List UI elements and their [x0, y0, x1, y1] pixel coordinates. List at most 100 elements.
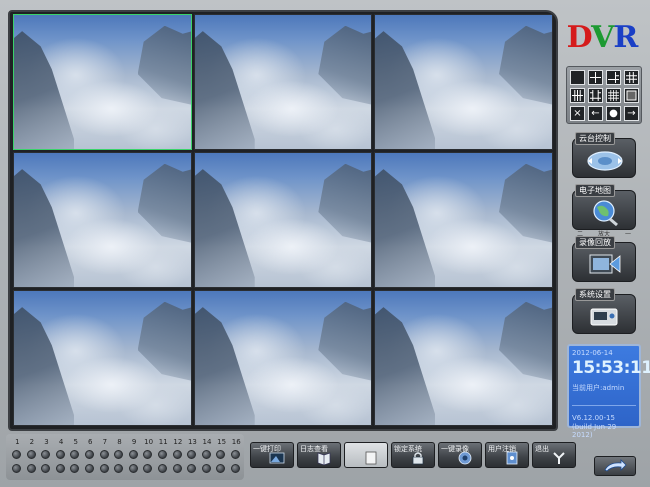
- channel-led-16-a[interactable]: [230, 450, 240, 459]
- log-button[interactable]: 日志查看: [297, 442, 341, 468]
- logo-letter-d: D: [566, 20, 592, 55]
- channel-led-8-b[interactable]: [114, 464, 124, 473]
- channel-led-7-a[interactable]: [99, 450, 109, 459]
- channel-led-9-a[interactable]: [128, 450, 138, 459]
- exit-button[interactable]: 退出: [532, 442, 576, 468]
- video-tile-2[interactable]: [193, 14, 373, 150]
- record-button[interactable]: 一键录像: [438, 442, 482, 468]
- channel-led-4-a[interactable]: [55, 450, 65, 459]
- playback-label: 录像回放: [575, 236, 615, 249]
- return-button[interactable]: [594, 456, 636, 476]
- settings-button[interactable]: 系统设置: [572, 288, 636, 334]
- video-tile-1[interactable]: [13, 14, 192, 150]
- channel-led-row-top: [12, 450, 246, 459]
- info-divider: [572, 405, 636, 406]
- video-tile-8[interactable]: [193, 290, 373, 426]
- channel-led-13-b[interactable]: [187, 464, 197, 473]
- layout-12-icon: [571, 90, 584, 105]
- logout-button[interactable]: 用户注销: [485, 442, 529, 468]
- logo-letter-r: R: [613, 20, 638, 55]
- channel-led-12-a[interactable]: [172, 450, 182, 459]
- emap-button[interactable]: 电子地图二放大一: [572, 184, 636, 238]
- channel-led-10-a[interactable]: [143, 450, 153, 459]
- video-tile-5[interactable]: [193, 152, 373, 288]
- layout-9-icon: [625, 72, 638, 87]
- circle-button[interactable]: ●: [606, 106, 621, 121]
- logout-icon: [504, 450, 520, 465]
- channel-led-6-b[interactable]: [84, 464, 94, 473]
- blank-button[interactable]: [344, 442, 388, 468]
- channel-led-14-a[interactable]: [201, 450, 211, 459]
- channel-led-3-b[interactable]: [41, 464, 51, 473]
- channel-led-5-b[interactable]: [70, 464, 80, 473]
- channel-led-11-a[interactable]: [157, 450, 167, 459]
- video-tile-7[interactable]: [13, 290, 192, 426]
- layout-1-button[interactable]: [570, 70, 585, 85]
- layout-13-button[interactable]: [588, 88, 603, 103]
- channel-led-11-b[interactable]: [157, 464, 167, 473]
- layout-6-button[interactable]: [606, 70, 621, 85]
- channel-led-2-b[interactable]: [26, 464, 36, 473]
- playback-button[interactable]: 录像回放: [572, 236, 636, 282]
- layout-9-button[interactable]: [624, 70, 639, 85]
- channel-led-5-a[interactable]: [70, 450, 80, 459]
- record-icon: [457, 450, 473, 465]
- layout-12-button[interactable]: [570, 88, 585, 103]
- emap-zoom-item[interactable]: 一: [625, 229, 631, 238]
- channel-led-3-a[interactable]: [41, 450, 51, 459]
- channel-led-14-b[interactable]: [201, 464, 211, 473]
- channel-number: 4: [58, 438, 64, 446]
- lock-button[interactable]: 锁定系统: [391, 442, 435, 468]
- arrow-left-button[interactable]: ←: [588, 106, 603, 121]
- ptz-control-button[interactable]: 云台控制: [572, 132, 636, 178]
- channel-led-16-b[interactable]: [230, 464, 240, 473]
- channel-led-1-a[interactable]: [12, 450, 21, 459]
- channel-led-15-b[interactable]: [216, 464, 226, 473]
- layout-full-button[interactable]: [624, 88, 639, 103]
- channel-led-7-b[interactable]: [99, 464, 109, 473]
- channel-led-2-a[interactable]: [26, 450, 36, 459]
- info-panel: 2012-06-14 15:53:11 当前用户:admin V6.12.00-…: [567, 344, 650, 439]
- layout-panel: × ← ● →: [566, 66, 642, 124]
- snapshot-button[interactable]: 一键打印: [250, 442, 294, 468]
- channel-led-6-a[interactable]: [84, 450, 94, 459]
- video-tile-3[interactable]: [374, 14, 553, 150]
- channel-led-8-a[interactable]: [114, 450, 124, 459]
- channel-led-1-b[interactable]: [12, 464, 21, 473]
- channel-led-9-b[interactable]: [128, 464, 138, 473]
- emap-label: 电子地图: [575, 184, 615, 197]
- channel-number: 13: [187, 438, 197, 446]
- return-arrow-icon: [604, 459, 627, 472]
- channel-number: 16: [231, 438, 241, 446]
- current-time: 15:53:11: [572, 358, 650, 378]
- channel-led-10-b[interactable]: [143, 464, 153, 473]
- channel-led-4-b[interactable]: [55, 464, 65, 473]
- exit-label: 退出: [535, 445, 549, 453]
- arrow-right-button[interactable]: →: [624, 106, 639, 121]
- exit-icon: [551, 450, 567, 464]
- close-button[interactable]: ×: [570, 106, 585, 121]
- channel-led-13-a[interactable]: [187, 450, 197, 459]
- circle-icon: ●: [609, 108, 618, 119]
- settings-label: 系统设置: [575, 288, 615, 301]
- video-tile-9[interactable]: [374, 290, 553, 426]
- video-area: [8, 10, 558, 431]
- channel-led-15-a[interactable]: [216, 450, 226, 459]
- layout-16-icon: [607, 90, 620, 105]
- layout-16-button[interactable]: [606, 88, 621, 103]
- channel-number: 11: [158, 438, 168, 446]
- ptz-control-label: 云台控制: [575, 132, 615, 145]
- channel-number: 5: [73, 438, 78, 446]
- layout-4-button[interactable]: [588, 70, 603, 85]
- channel-led-12-b[interactable]: [172, 464, 182, 473]
- channel-number: 3: [44, 438, 49, 446]
- video-tile-6[interactable]: [374, 152, 553, 288]
- logo-letter-v: V: [591, 20, 614, 55]
- settings-icon: [586, 302, 624, 330]
- current-date: 2012-06-14: [572, 349, 613, 357]
- video-grid: [13, 14, 553, 426]
- channel-number: 2: [29, 438, 35, 446]
- channel-led-row-bottom: [12, 464, 246, 473]
- video-tile-4[interactable]: [13, 152, 192, 288]
- close-icon: ×: [573, 108, 582, 119]
